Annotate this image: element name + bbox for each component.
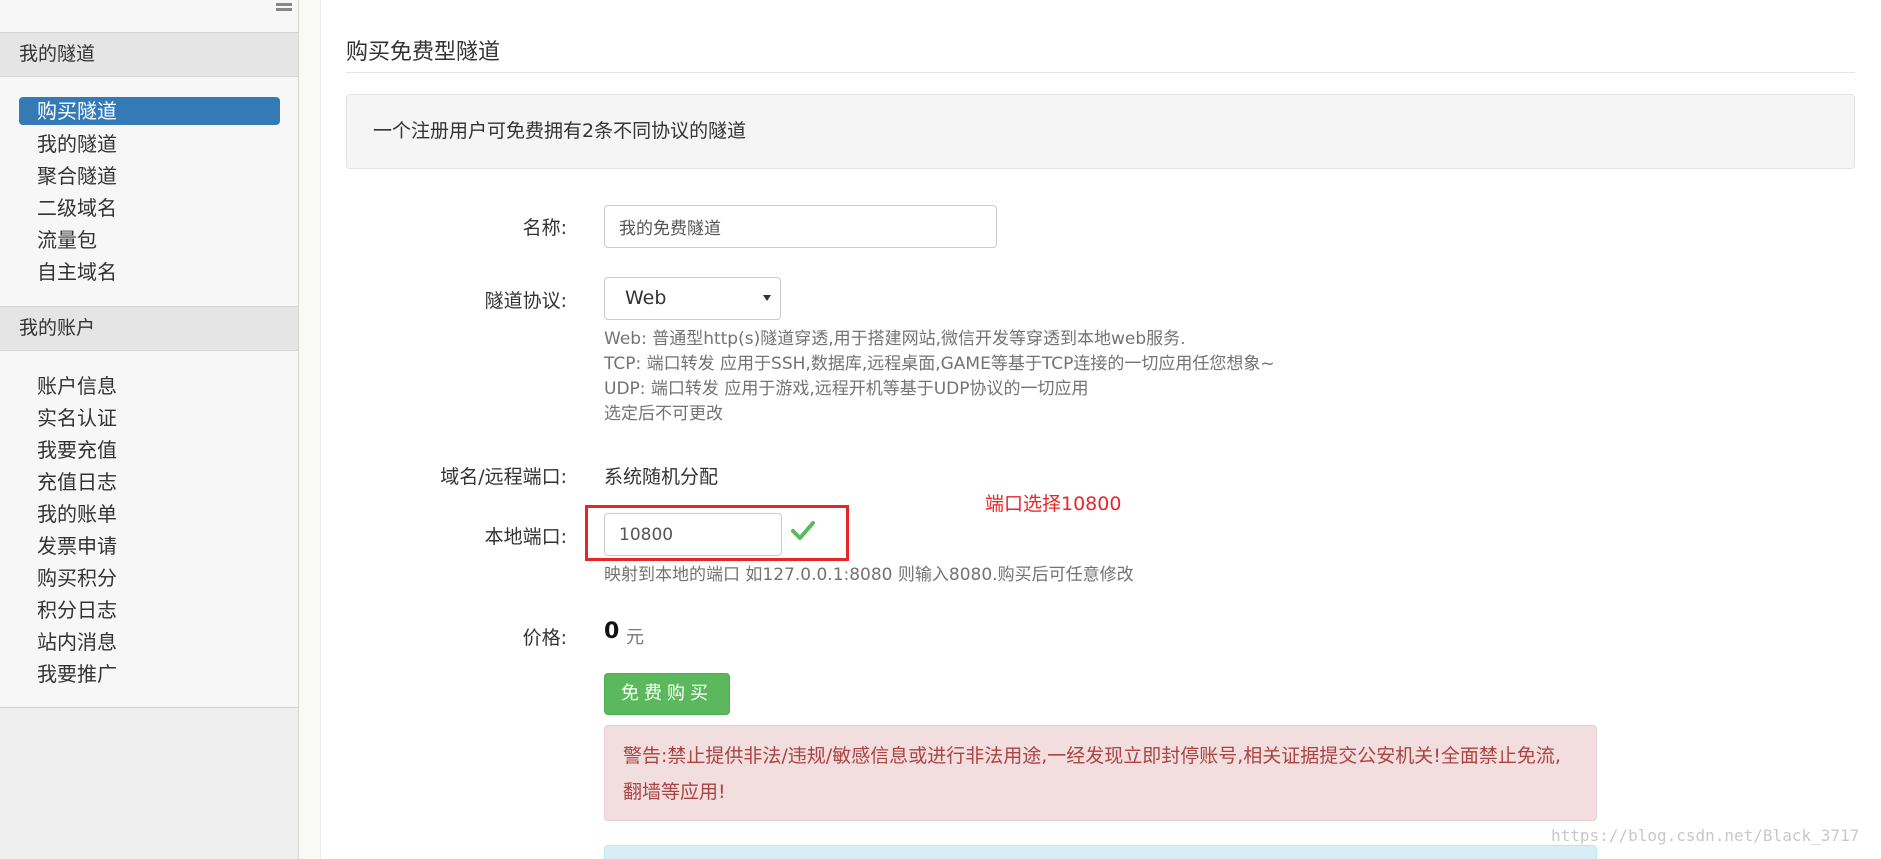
protocol-help-note: 选定后不可更改 xyxy=(604,404,723,424)
sidebar-item-account-info[interactable]: 账户信息 xyxy=(19,372,280,400)
sidebar-item-custom-domain[interactable]: 自主域名 xyxy=(19,258,280,286)
domain-value: 系统随机分配 xyxy=(604,466,719,488)
title-divider xyxy=(346,72,1855,73)
sidebar: 我的隧道 购买隧道 我的隧道 聚合隧道 二级域名 流量包 自主域名 我的账户 账… xyxy=(0,0,299,859)
sidebar-item-recharge-log[interactable]: 充值日志 xyxy=(19,468,280,496)
price-label: 价格: xyxy=(522,627,567,649)
page-root: 我的隧道 购买隧道 我的隧道 聚合隧道 二级域名 流量包 自主域名 我的账户 账… xyxy=(0,0,1881,859)
protocol-help-tcp: TCP: 端口转发 应用于SSH,数据库,远程桌面,GAME等基于TCP连接的一… xyxy=(604,354,1275,374)
page-title: 购买免费型隧道 xyxy=(346,40,501,65)
check-icon xyxy=(791,521,815,540)
sidebar-item-my-tunnels[interactable]: 我的隧道 xyxy=(19,130,280,158)
sidebar-item-buy-tunnel[interactable]: 购买隧道 xyxy=(19,97,280,125)
sidebar-item-messages[interactable]: 站内消息 xyxy=(19,628,280,656)
sidebar-group-header-account[interactable]: 我的账户 xyxy=(0,306,298,351)
info-alert-partial xyxy=(604,845,1597,859)
name-label: 名称: xyxy=(522,217,567,239)
info-well: 一个注册用户可免费拥有2条不同协议的隧道 xyxy=(346,94,1855,169)
domain-label: 域名/远程端口: xyxy=(440,466,567,488)
sidebar-item-subdomain[interactable]: 二级域名 xyxy=(19,194,280,222)
annotation-text: 端口选择10800 xyxy=(985,493,1122,515)
sidebar-item-real-name[interactable]: 实名认证 xyxy=(19,404,280,432)
watermark: https://blog.csdn.net/Black_3717 xyxy=(1551,826,1860,845)
sidebar-item-buy-points[interactable]: 购买积分 xyxy=(19,564,280,592)
protocol-help-udp: UDP: 端口转发 应用于游戏,远程开机等基于UDP协议的一切应用 xyxy=(604,379,1089,399)
local-port-label: 本地端口: xyxy=(484,526,567,548)
main-content: 购买免费型隧道 一个注册用户可免费拥有2条不同协议的隧道 名称: 隧道协议: W… xyxy=(321,0,1881,859)
protocol-help-web: Web: 普通型http(s)隧道穿透,用于搭建网站,微信开发等穿透到本地web… xyxy=(604,329,1186,349)
free-buy-button[interactable]: 免费购买 xyxy=(604,673,730,715)
sidebar-item-promote[interactable]: 我要推广 xyxy=(19,660,280,688)
sidebar-item-points-log[interactable]: 积分日志 xyxy=(19,596,280,624)
protocol-select[interactable]: Web xyxy=(604,277,781,320)
protocol-label: 隧道协议: xyxy=(484,290,567,312)
sidebar-item-invoice[interactable]: 发票申请 xyxy=(19,532,280,560)
local-port-help: 映射到本地的端口 如127.0.0.1:8080 则输入8080.购买后可任意修… xyxy=(604,565,1134,585)
name-input[interactable] xyxy=(604,205,997,248)
layout-gutter xyxy=(299,0,321,859)
protocol-selected-value: Web xyxy=(625,287,667,309)
sidebar-empty-area xyxy=(0,708,298,859)
sidebar-item-aggregate-tunnels[interactable]: 聚合隧道 xyxy=(19,162,280,190)
sidebar-group-header-tunnels[interactable]: 我的隧道 xyxy=(0,32,298,77)
price-value: 0 xyxy=(604,619,620,644)
menu-toggle-icon[interactable] xyxy=(276,3,292,16)
local-port-input[interactable] xyxy=(604,513,782,556)
price-unit: 元 xyxy=(626,627,644,648)
sidebar-item-recharge[interactable]: 我要充值 xyxy=(19,436,280,464)
sidebar-item-my-bills[interactable]: 我的账单 xyxy=(19,500,280,528)
caret-down-icon xyxy=(763,295,771,301)
sidebar-item-traffic-pack[interactable]: 流量包 xyxy=(19,226,280,254)
warning-alert: 警告:禁止提供非法/违规/敏感信息或进行非法用途,一经发现立即封停账号,相关证据… xyxy=(604,725,1597,821)
